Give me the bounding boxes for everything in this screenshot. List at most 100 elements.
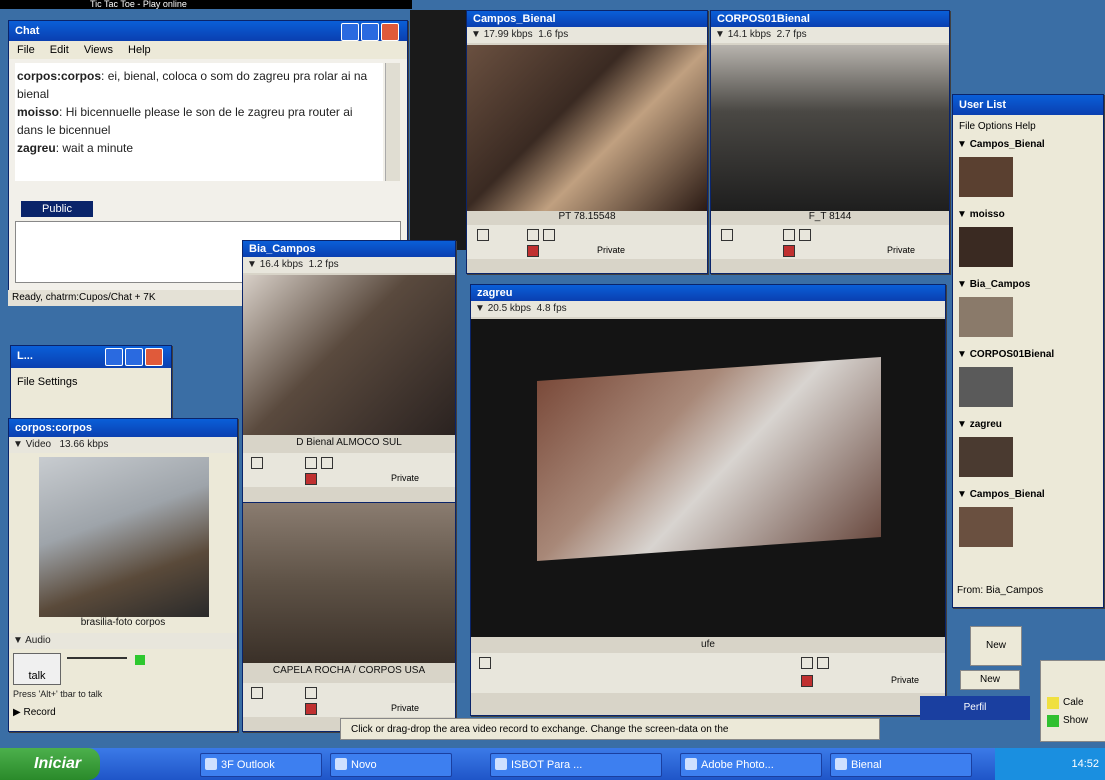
taskbar-item-label: Bienal [851, 759, 882, 771]
talk-label: talk [28, 670, 46, 682]
record-icon[interactable] [305, 473, 317, 485]
private-label[interactable]: Private [887, 245, 915, 255]
profile-button[interactable]: Perfil [920, 696, 1030, 720]
snapshot-icon[interactable] [721, 229, 733, 241]
corpos-title: corpos:corpos [15, 422, 93, 434]
video-titlebar[interactable]: zagreu [471, 285, 945, 301]
user-list-titlebar[interactable]: User List [953, 95, 1103, 115]
camera-icon[interactable] [305, 457, 317, 469]
settings-window: L... File Settings [10, 345, 172, 419]
corpos-titlebar[interactable]: corpos:corpos [9, 419, 237, 437]
drag-hint-bar: Click or drag-drop the area video record… [340, 718, 880, 740]
capela-caption: CAPELA ROCHA / CORPOS USA [272, 665, 426, 676]
video-title: Bia_Campos [249, 243, 316, 255]
taskbar-item-outlook[interactable]: 3F Outlook [200, 753, 322, 777]
user-entry[interactable]: ▼ Campos_Bienal [953, 489, 1103, 559]
corpos-video-label: Video [25, 439, 52, 450]
user-entry[interactable]: ▼ zagreu [953, 419, 1103, 489]
chat-menubar: File Edit Views Help [9, 41, 407, 59]
user-entry[interactable]: ▼ Campos_Bienal [953, 139, 1103, 209]
audio-icon[interactable] [799, 229, 811, 241]
video-strip: ▼ 17.99 kbps 1.6 fps [467, 27, 707, 43]
maximize-icon[interactable] [361, 23, 379, 41]
user-list-menu[interactable]: File Options Help [959, 121, 1036, 132]
chat-message: zagreu: wait a minute [17, 141, 134, 155]
user-list-title: User List [959, 99, 1007, 111]
chat-user: corpos:corpos [17, 69, 102, 83]
taskbar-item-novo[interactable]: Novo [330, 753, 452, 777]
user-name: zagreu [969, 419, 1002, 430]
snapshot-icon[interactable] [251, 457, 263, 469]
audio-icon[interactable] [817, 657, 829, 669]
taskbar-item-bienal[interactable]: Bienal [830, 753, 972, 777]
private-label[interactable]: Private [597, 245, 625, 255]
taskbar-item-adobe[interactable]: Adobe Photo... [680, 753, 822, 777]
start-button[interactable]: Iniciar [0, 748, 100, 780]
chat-titlebar[interactable]: Chat [9, 21, 407, 41]
minimize-icon[interactable] [105, 348, 123, 366]
video-titlebar[interactable]: CORPOS01Bienal [711, 11, 949, 27]
close-icon[interactable] [145, 348, 163, 366]
record-label: Record [23, 707, 56, 718]
video-window-capela: CAPELA ROCHA / CORPOS USA Private [242, 502, 456, 732]
new-button-2[interactable]: New [960, 670, 1020, 690]
user-entry[interactable]: ▼ Bia_Campos [953, 279, 1103, 349]
private-label[interactable]: Private [391, 703, 419, 713]
menu-edit[interactable]: Edit [50, 44, 69, 56]
record-icon[interactable] [783, 245, 795, 257]
user-entry[interactable]: ▼ moisso [953, 209, 1103, 279]
menu-views[interactable]: Views [84, 44, 113, 56]
user-list-window: User List File Options Help ▼ Campos_Bie… [952, 94, 1104, 608]
settings-titlebar[interactable]: L... [11, 346, 171, 368]
audio-icon[interactable] [543, 229, 555, 241]
video-feed [471, 319, 945, 637]
top-title-bar: Tic Tac Toe - Play online [0, 0, 412, 9]
drag-hint-text: Click or drag-drop the area video record… [351, 724, 729, 735]
camera-icon[interactable] [801, 657, 813, 669]
right-label: Cale [1063, 697, 1084, 708]
video-titlebar[interactable]: Bia_Campos [243, 241, 455, 257]
corpos-rate: 13.66 kbps [59, 439, 109, 450]
projected-image [537, 356, 881, 562]
video-titlebar[interactable]: Campos_Bienal [467, 11, 707, 27]
user-name: Campos_Bienal [969, 489, 1045, 500]
close-icon[interactable] [381, 23, 399, 41]
corpos-video-feed [39, 457, 209, 617]
video-title: zagreu [477, 287, 513, 299]
snapshot-icon[interactable] [251, 687, 263, 699]
record-icon[interactable] [305, 703, 317, 715]
camera-icon[interactable] [783, 229, 795, 241]
corpos-window: corpos:corpos ▼ Video 13.66 kbps brasili… [8, 418, 238, 732]
chat-text: Hi bicennuelle please le son de le zagre… [17, 105, 353, 137]
video-rate: 20.5 kbps [487, 303, 532, 314]
video-fps: 2.7 fps [776, 29, 807, 40]
minimize-icon[interactable] [341, 23, 359, 41]
video-strip: ▼ 14.1 kbps 2.7 fps [711, 27, 949, 43]
menu-help[interactable]: Help [128, 44, 151, 56]
private-label[interactable]: Private [891, 675, 919, 685]
settings-menu[interactable]: File Settings [17, 376, 78, 388]
chat-scrollbar[interactable] [385, 63, 400, 181]
video-rate: 17.99 kbps [483, 29, 533, 40]
talk-button[interactable]: talk [13, 653, 61, 685]
new-button[interactable]: New [970, 626, 1022, 666]
camera-icon[interactable] [305, 687, 317, 699]
maximize-icon[interactable] [125, 348, 143, 366]
taskbar: Iniciar 3F Outlook Novo ISBOT Para ... A… [0, 748, 1105, 780]
taskbar-item-isbot[interactable]: ISBOT Para ... [490, 753, 662, 777]
camera-icon[interactable] [527, 229, 539, 241]
user-entry[interactable]: ▼ CORPOS01Bienal [953, 349, 1103, 419]
video-window-campos-bienal: Campos_Bienal ▼ 17.99 kbps 1.6 fps PT 78… [466, 10, 708, 274]
video-window-zagreu: zagreu ▼ 20.5 kbps 4.8 fps ufe Private [470, 284, 946, 716]
public-button[interactable]: Public [21, 201, 93, 217]
audio-icon[interactable] [321, 457, 333, 469]
snapshot-icon[interactable] [477, 229, 489, 241]
private-label[interactable]: Private [391, 473, 419, 483]
snapshot-icon[interactable] [479, 657, 491, 669]
record-icon[interactable] [527, 245, 539, 257]
record-icon[interactable] [801, 675, 813, 687]
video-controls: Private [243, 453, 455, 487]
volume-slider-icon[interactable] [67, 657, 127, 669]
record-toggle[interactable]: ▶ Record [13, 707, 56, 718]
menu-file[interactable]: File [17, 44, 35, 56]
